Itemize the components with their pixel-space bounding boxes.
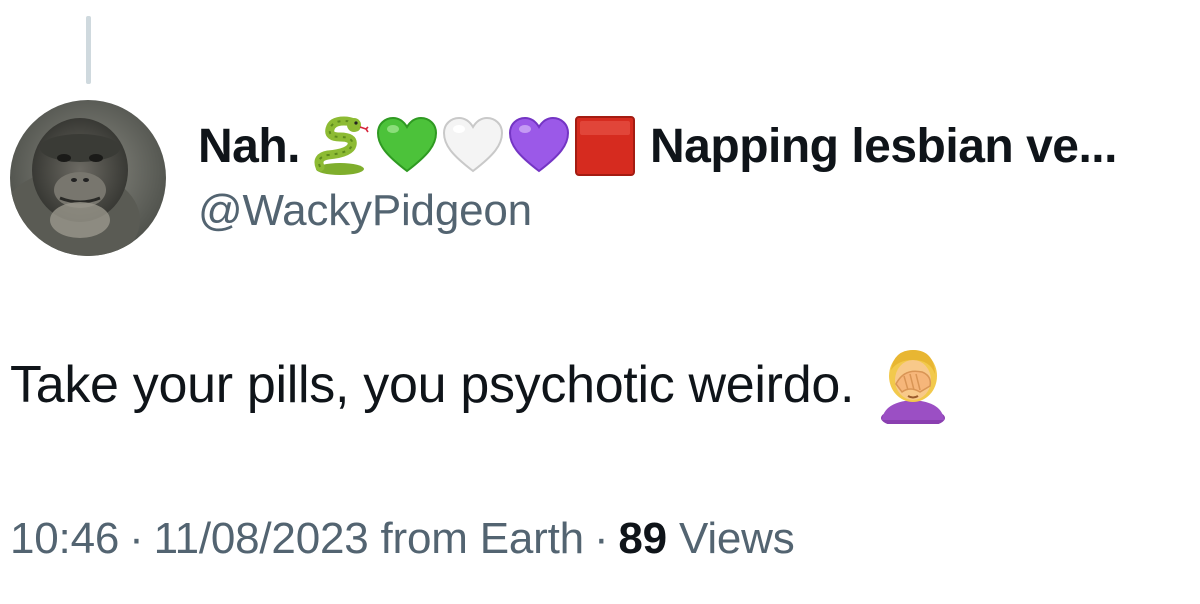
red-square-emoji [574, 115, 636, 177]
tweet-author-header: Nah. Napping lesbian ve... [198, 108, 1200, 188]
separator-dot: · [593, 514, 609, 563]
author-handle[interactable]: @WackyPidgeon [198, 186, 532, 236]
display-name-suffix: Napping lesbian ve... [650, 119, 1117, 173]
thread-connector-line [86, 16, 91, 84]
chimpanzee-avatar-image [10, 100, 166, 256]
separator-dot: · [129, 514, 144, 563]
tweet-metadata: 10:46 · 11/08/2023 from Earth · 89 Views [10, 514, 795, 564]
display-name-text: Nah. [198, 119, 301, 173]
views-link[interactable]: 89 Views [618, 514, 794, 563]
tweet-timestamp[interactable]: 10:46 [10, 514, 119, 563]
avatar[interactable] [10, 100, 166, 256]
tweet-text: Take your pills, you psychotic weirdo. [10, 356, 855, 414]
woman-facepalming-emoji [874, 346, 952, 428]
author-display-name[interactable]: Nah. Napping lesbian ve... [198, 108, 1200, 184]
views-label: Views [678, 514, 795, 563]
white-heart-emoji [442, 115, 504, 177]
snake-emoji [310, 115, 372, 177]
views-count: 89 [618, 514, 667, 563]
tweet-date-location: 11/08/2023 from Earth [153, 514, 585, 563]
green-heart-emoji [376, 115, 438, 177]
tweet-body: Take your pills, you psychotic weirdo. [10, 346, 952, 428]
purple-heart-emoji [508, 115, 570, 177]
